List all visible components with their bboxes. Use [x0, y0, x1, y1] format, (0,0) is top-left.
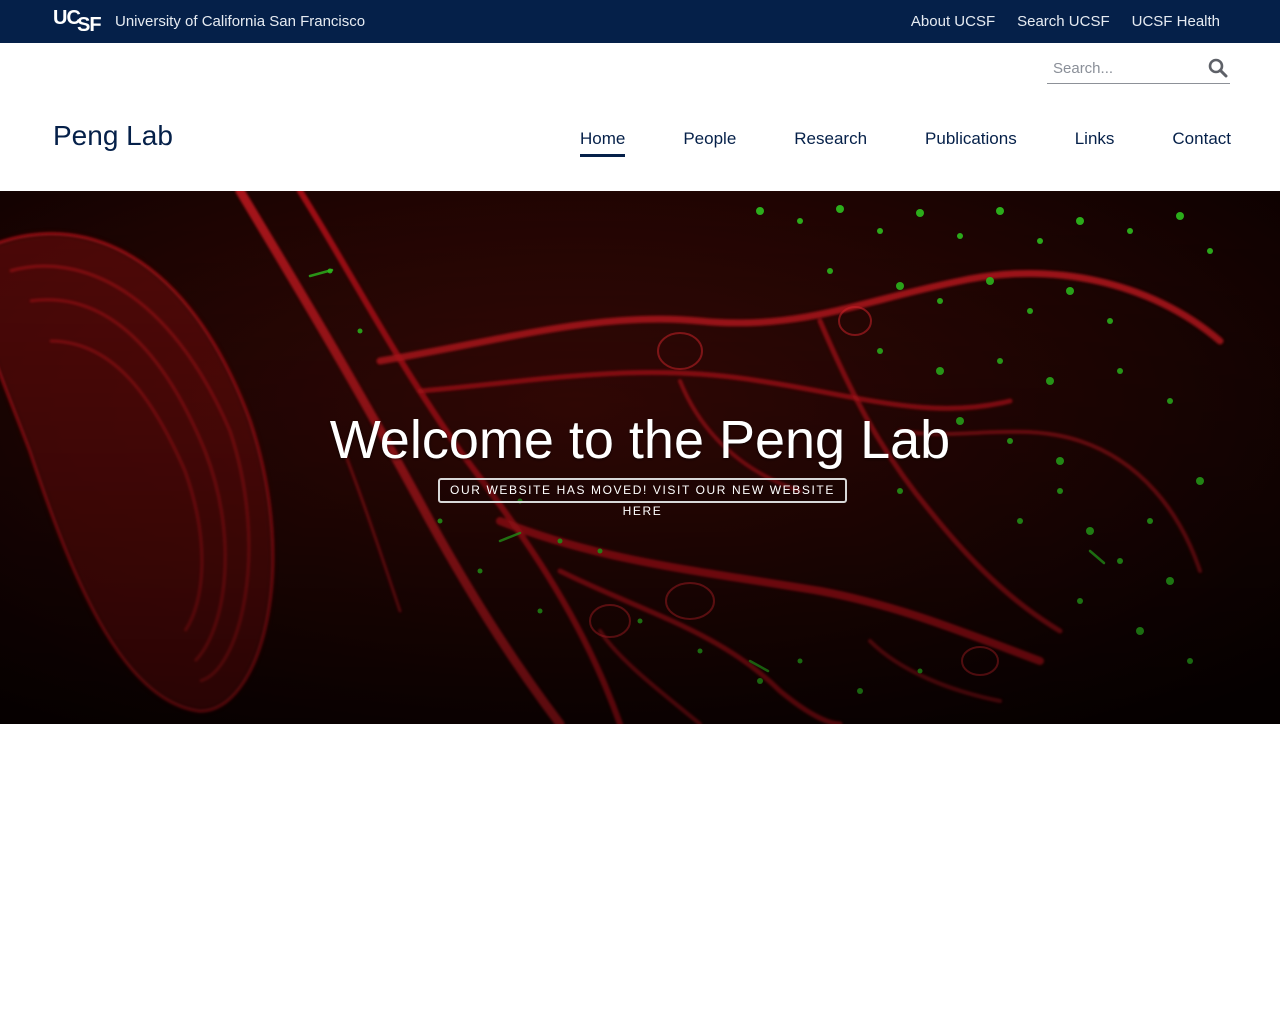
ucsf-logo[interactable]: UC SF	[53, 7, 103, 36]
university-name-link[interactable]: University of California San Francisco	[115, 13, 365, 30]
nav-contact[interactable]: Contact	[1172, 129, 1231, 149]
nav-publications[interactable]: Publications	[925, 129, 1017, 149]
hero-banner: Welcome to the Peng Lab OUR WEBSITE HAS …	[0, 191, 1280, 724]
main-nav: Home People Research Publications Links …	[579, 129, 1231, 157]
logo-uc: UC	[53, 7, 81, 29]
search-input[interactable]	[1047, 54, 1197, 83]
search-ucsf-link[interactable]: Search UCSF	[1017, 13, 1110, 30]
logo-sf: SF	[77, 14, 102, 36]
nav-people[interactable]: People	[683, 129, 736, 149]
ucsf-top-bar: UC SF University of California San Franc…	[0, 0, 1280, 43]
nav-research[interactable]: Research	[794, 129, 867, 149]
new-website-button[interactable]: OUR WEBSITE HAS MOVED! VISIT OUR NEW WEB…	[438, 478, 847, 518]
about-ucsf-link[interactable]: About UCSF	[911, 13, 995, 30]
search-box	[1047, 54, 1230, 84]
nav-home[interactable]: Home	[579, 129, 626, 157]
site-title[interactable]: Peng Lab	[53, 120, 173, 152]
search-icon[interactable]	[1208, 58, 1228, 78]
hero-title: Welcome to the Peng Lab	[329, 410, 951, 470]
nav-links[interactable]: Links	[1075, 129, 1115, 149]
top-links: About UCSF Search UCSF UCSF Health	[911, 13, 1220, 30]
ucsf-health-link[interactable]: UCSF Health	[1132, 13, 1220, 30]
